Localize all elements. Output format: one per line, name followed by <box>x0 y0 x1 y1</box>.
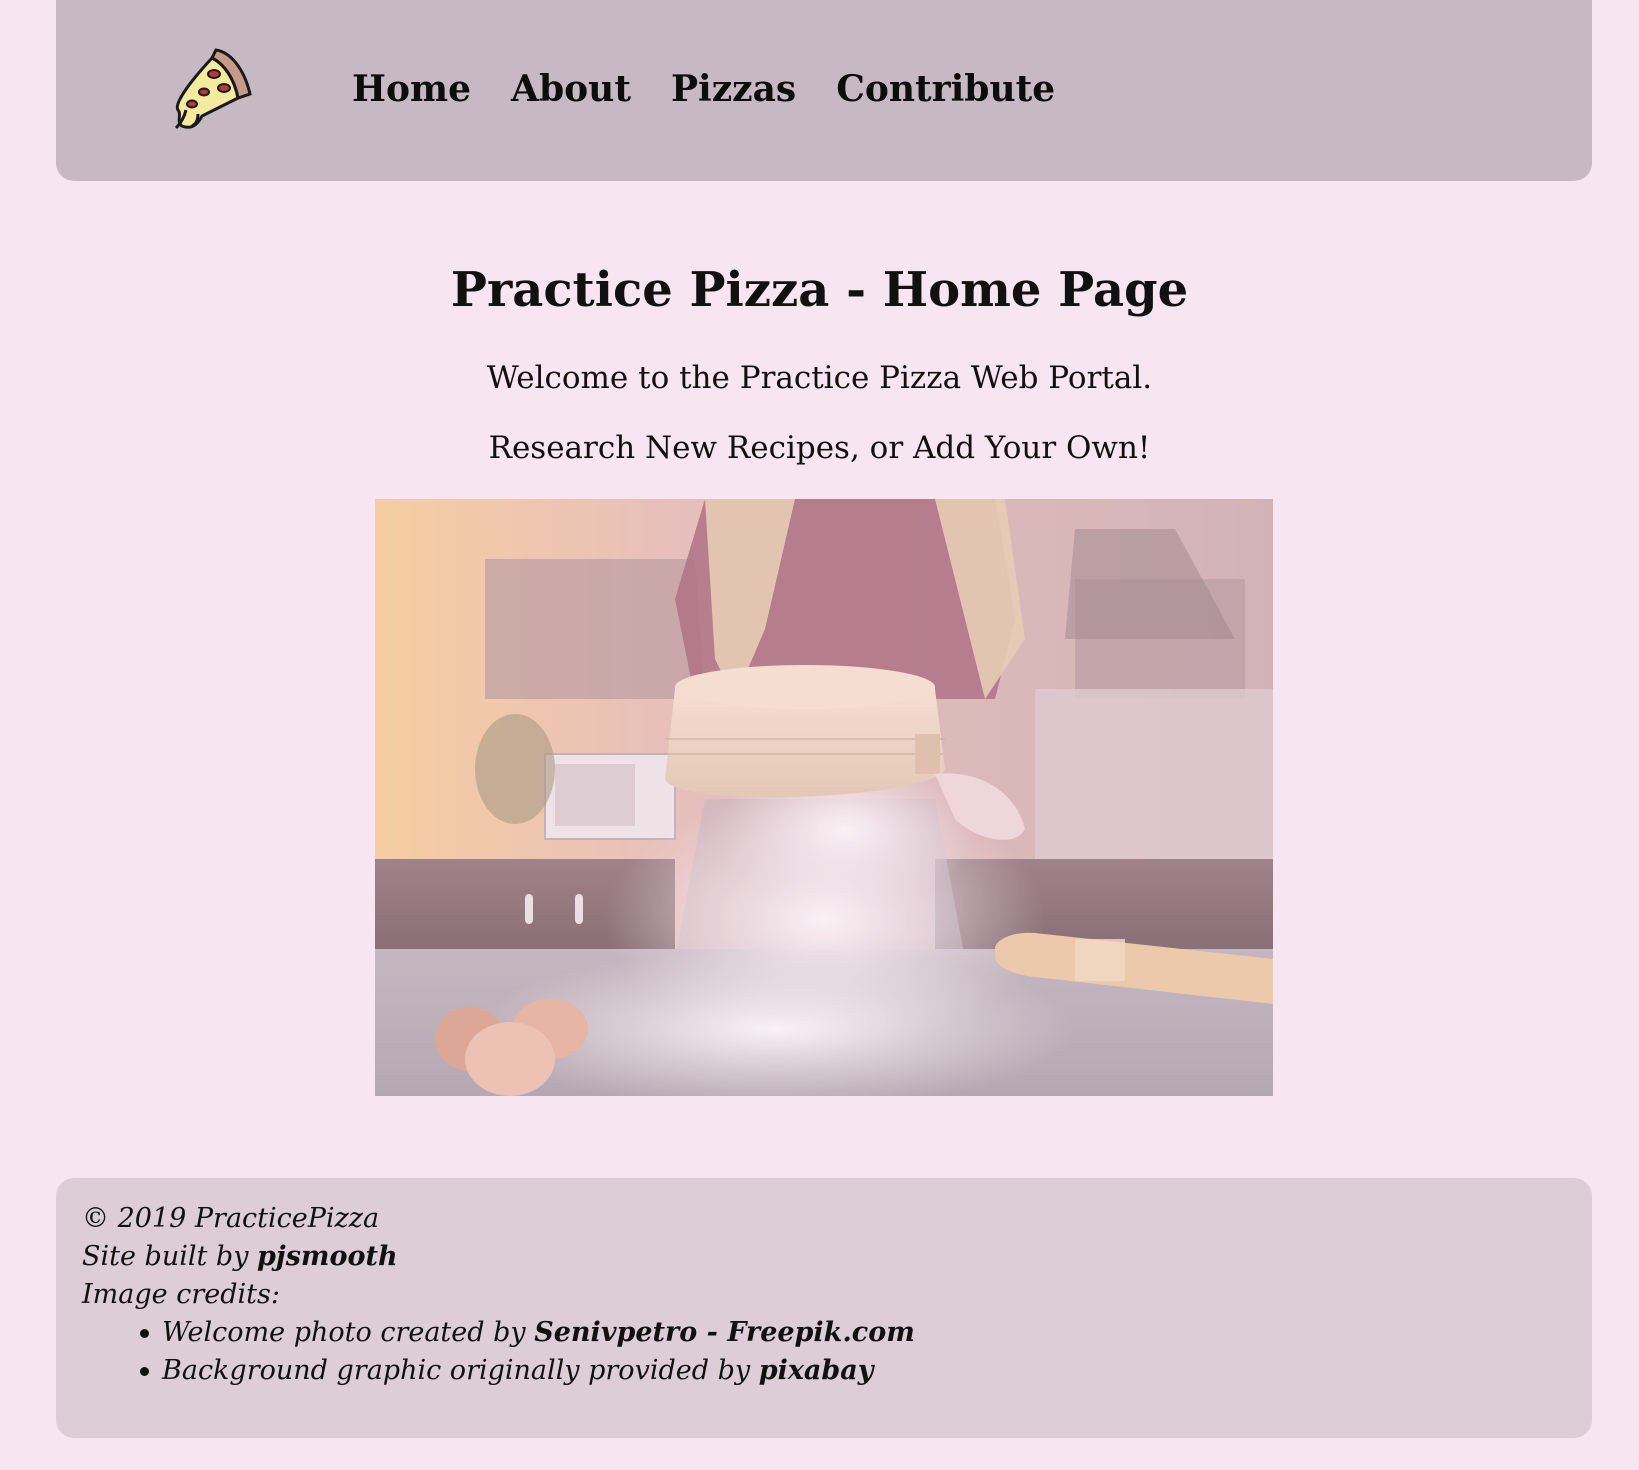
nav-link-about[interactable]: About <box>511 64 631 114</box>
credits-heading: Image credits: <box>82 1279 280 1310</box>
nav-link-contribute[interactable]: Contribute <box>836 64 1055 114</box>
welcome-text: Welcome to the Practice Pizza Web Portal… <box>486 360 1153 396</box>
built-by-text: Site built by pjsmooth <box>82 1238 1592 1276</box>
pizza-slice-icon[interactable] <box>168 44 258 134</box>
copyright-text: © 2019 PracticePizza <box>82 1203 380 1234</box>
credits-list: Welcome photo created by Senivpetro - Fr… <box>82 1314 1592 1390</box>
navbar: Home About Pizzas Contribute <box>56 0 1592 181</box>
welcome-photo <box>375 499 1273 1096</box>
author-link[interactable]: pjsmooth <box>257 1241 398 1272</box>
built-by-prefix: Site built by <box>82 1241 258 1272</box>
credit-1-link[interactable]: Senivpetro - Freepik.com <box>534 1317 915 1348</box>
credit-item: Welcome photo created by Senivpetro - Fr… <box>140 1314 1592 1352</box>
nav-link-pizzas[interactable]: Pizzas <box>671 64 796 114</box>
page-title: Practice Pizza - Home Page <box>450 262 1189 318</box>
credit-1-prefix: Welcome photo created by <box>162 1317 535 1348</box>
credit-2-link[interactable]: pixabay <box>759 1355 874 1386</box>
credit-item: Background graphic originally provided b… <box>140 1352 1592 1390</box>
tagline-text: Research New Recipes, or Add Your Own! <box>488 430 1151 466</box>
main-nav: Home About Pizzas Contribute <box>352 64 1095 114</box>
nav-link-home[interactable]: Home <box>352 64 471 114</box>
site-footer: © 2019 PracticePizza Site built by pjsmo… <box>56 1178 1592 1438</box>
main-content: Practice Pizza - Home Page Welcome to th… <box>0 240 1639 468</box>
credit-2-prefix: Background graphic originally provided b… <box>162 1355 759 1386</box>
